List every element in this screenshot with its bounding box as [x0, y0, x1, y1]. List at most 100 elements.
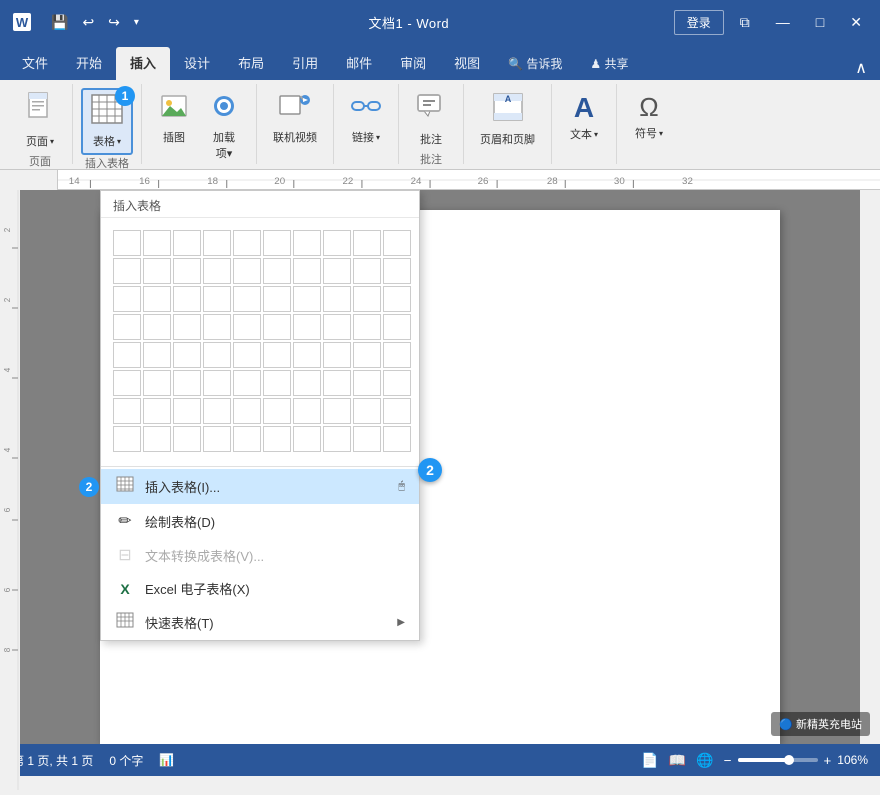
- online-video-button[interactable]: 联机视频: [265, 88, 325, 149]
- grid-cell-2-4[interactable]: [233, 286, 261, 312]
- grid-cell-5-9[interactable]: [383, 370, 411, 396]
- grid-cell-7-4[interactable]: [233, 426, 261, 452]
- tab-view[interactable]: 视图: [440, 47, 494, 80]
- grid-cell-1-5[interactable]: [263, 258, 291, 284]
- grid-cell-6-1[interactable]: [143, 398, 171, 424]
- zoom-in-btn[interactable]: +: [824, 753, 832, 768]
- grid-cell-1-3[interactable]: [203, 258, 231, 284]
- grid-cell-0-7[interactable]: [323, 230, 351, 256]
- grid-cell-5-3[interactable]: [203, 370, 231, 396]
- pages-button[interactable]: 页面 ▾: [16, 88, 64, 153]
- grid-cell-1-4[interactable]: [233, 258, 261, 284]
- tab-layout[interactable]: 布局: [224, 47, 278, 80]
- grid-cell-2-6[interactable]: [293, 286, 321, 312]
- grid-cell-0-8[interactable]: [353, 230, 381, 256]
- grid-cell-3-9[interactable]: [383, 314, 411, 340]
- grid-cell-0-9[interactable]: [383, 230, 411, 256]
- grid-cell-1-2[interactable]: [173, 258, 201, 284]
- grid-cell-4-4[interactable]: [233, 342, 261, 368]
- grid-cell-4-9[interactable]: [383, 342, 411, 368]
- tab-share[interactable]: ♟ 共享: [576, 49, 642, 80]
- grid-cell-1-7[interactable]: [323, 258, 351, 284]
- symbol-button[interactable]: Ω 符号▾: [625, 88, 673, 145]
- grid-cell-0-1[interactable]: [143, 230, 171, 256]
- grid-cell-5-4[interactable]: [233, 370, 261, 396]
- maximize-button[interactable]: □: [806, 10, 834, 34]
- grid-cell-2-9[interactable]: [383, 286, 411, 312]
- grid-cell-0-5[interactable]: [263, 230, 291, 256]
- grid-cell-6-8[interactable]: [353, 398, 381, 424]
- grid-cell-7-6[interactable]: [293, 426, 321, 452]
- grid-cell-2-0[interactable]: [113, 286, 141, 312]
- grid-cell-5-0[interactable]: [113, 370, 141, 396]
- grid-cell-1-6[interactable]: [293, 258, 321, 284]
- login-button[interactable]: 登录: [674, 10, 724, 35]
- minimize-button[interactable]: —: [766, 10, 800, 34]
- grid-cell-3-8[interactable]: [353, 314, 381, 340]
- grid-cell-0-6[interactable]: [293, 230, 321, 256]
- grid-cell-7-5[interactable]: [263, 426, 291, 452]
- links-button[interactable]: 链接▾: [342, 88, 390, 149]
- grid-cell-5-8[interactable]: [353, 370, 381, 396]
- tab-insert[interactable]: 插入: [116, 47, 170, 80]
- pictures-button[interactable]: 插图: [150, 88, 198, 149]
- insert-table-menu-item[interactable]: 插入表格(I)... 2 🖱: [101, 469, 419, 504]
- grid-cell-3-2[interactable]: [173, 314, 201, 340]
- grid-cell-7-9[interactable]: [383, 426, 411, 452]
- grid-cell-7-0[interactable]: [113, 426, 141, 452]
- grid-cell-1-8[interactable]: [353, 258, 381, 284]
- document-area[interactable]: 插入表格 插入表格(I)...: [20, 190, 860, 744]
- grid-cell-4-5[interactable]: [263, 342, 291, 368]
- grid-cell-4-2[interactable]: [173, 342, 201, 368]
- grid-cell-4-8[interactable]: [353, 342, 381, 368]
- draw-table-menu-item[interactable]: ✏ 绘制表格(D): [101, 504, 419, 538]
- grid-cell-1-9[interactable]: [383, 258, 411, 284]
- grid-cell-3-3[interactable]: [203, 314, 231, 340]
- customize-button[interactable]: ▾: [129, 15, 144, 30]
- quick-table-menu-item[interactable]: 快速表格(T) ▶: [101, 605, 419, 640]
- grid-cell-3-1[interactable]: [143, 314, 171, 340]
- grid-cell-4-7[interactable]: [323, 342, 351, 368]
- grid-cell-1-0[interactable]: [113, 258, 141, 284]
- grid-cell-3-5[interactable]: [263, 314, 291, 340]
- grid-cell-4-6[interactable]: [293, 342, 321, 368]
- text-button[interactable]: A 文本▾: [560, 88, 608, 146]
- tab-file[interactable]: 文件: [8, 47, 62, 80]
- grid-cell-6-4[interactable]: [233, 398, 261, 424]
- grid-cell-3-0[interactable]: [113, 314, 141, 340]
- grid-cell-2-1[interactable]: [143, 286, 171, 312]
- view-web-btn[interactable]: 🌐: [696, 752, 713, 769]
- grid-cell-1-1[interactable]: [143, 258, 171, 284]
- grid-cell-5-1[interactable]: [143, 370, 171, 396]
- grid-cell-3-4[interactable]: [233, 314, 261, 340]
- grid-cell-3-7[interactable]: [323, 314, 351, 340]
- grid-cell-4-0[interactable]: [113, 342, 141, 368]
- grid-cell-0-4[interactable]: [233, 230, 261, 256]
- grid-cell-2-5[interactable]: [263, 286, 291, 312]
- tab-home[interactable]: 开始: [62, 47, 116, 80]
- grid-cell-3-6[interactable]: [293, 314, 321, 340]
- grid-cell-7-1[interactable]: [143, 426, 171, 452]
- view-read-btn[interactable]: 📖: [669, 752, 686, 769]
- comment-button[interactable]: 批注: [407, 88, 455, 151]
- tab-design[interactable]: 设计: [170, 47, 224, 80]
- grid-cell-5-6[interactable]: [293, 370, 321, 396]
- ribbon-collapse-button[interactable]: ∧: [850, 56, 872, 80]
- grid-cell-2-8[interactable]: [353, 286, 381, 312]
- grid-cell-7-7[interactable]: [323, 426, 351, 452]
- window-restore-btn[interactable]: ⧉: [730, 10, 760, 35]
- grid-cell-0-0[interactable]: [113, 230, 141, 256]
- zoom-slider[interactable]: [738, 758, 818, 762]
- undo-button[interactable]: ↩: [77, 12, 99, 33]
- grid-cell-5-2[interactable]: [173, 370, 201, 396]
- excel-table-menu-item[interactable]: X Excel 电子表格(X): [101, 572, 419, 605]
- grid-cell-2-2[interactable]: [173, 286, 201, 312]
- grid-cell-6-2[interactable]: [173, 398, 201, 424]
- table-button[interactable]: 表格 ▾ 1: [81, 88, 133, 155]
- grid-cell-0-3[interactable]: [203, 230, 231, 256]
- tab-mail[interactable]: 邮件: [332, 47, 386, 80]
- grid-cell-4-1[interactable]: [143, 342, 171, 368]
- addins-button[interactable]: 加载项▾: [200, 88, 248, 165]
- close-button[interactable]: ✕: [840, 10, 872, 35]
- grid-cell-6-0[interactable]: [113, 398, 141, 424]
